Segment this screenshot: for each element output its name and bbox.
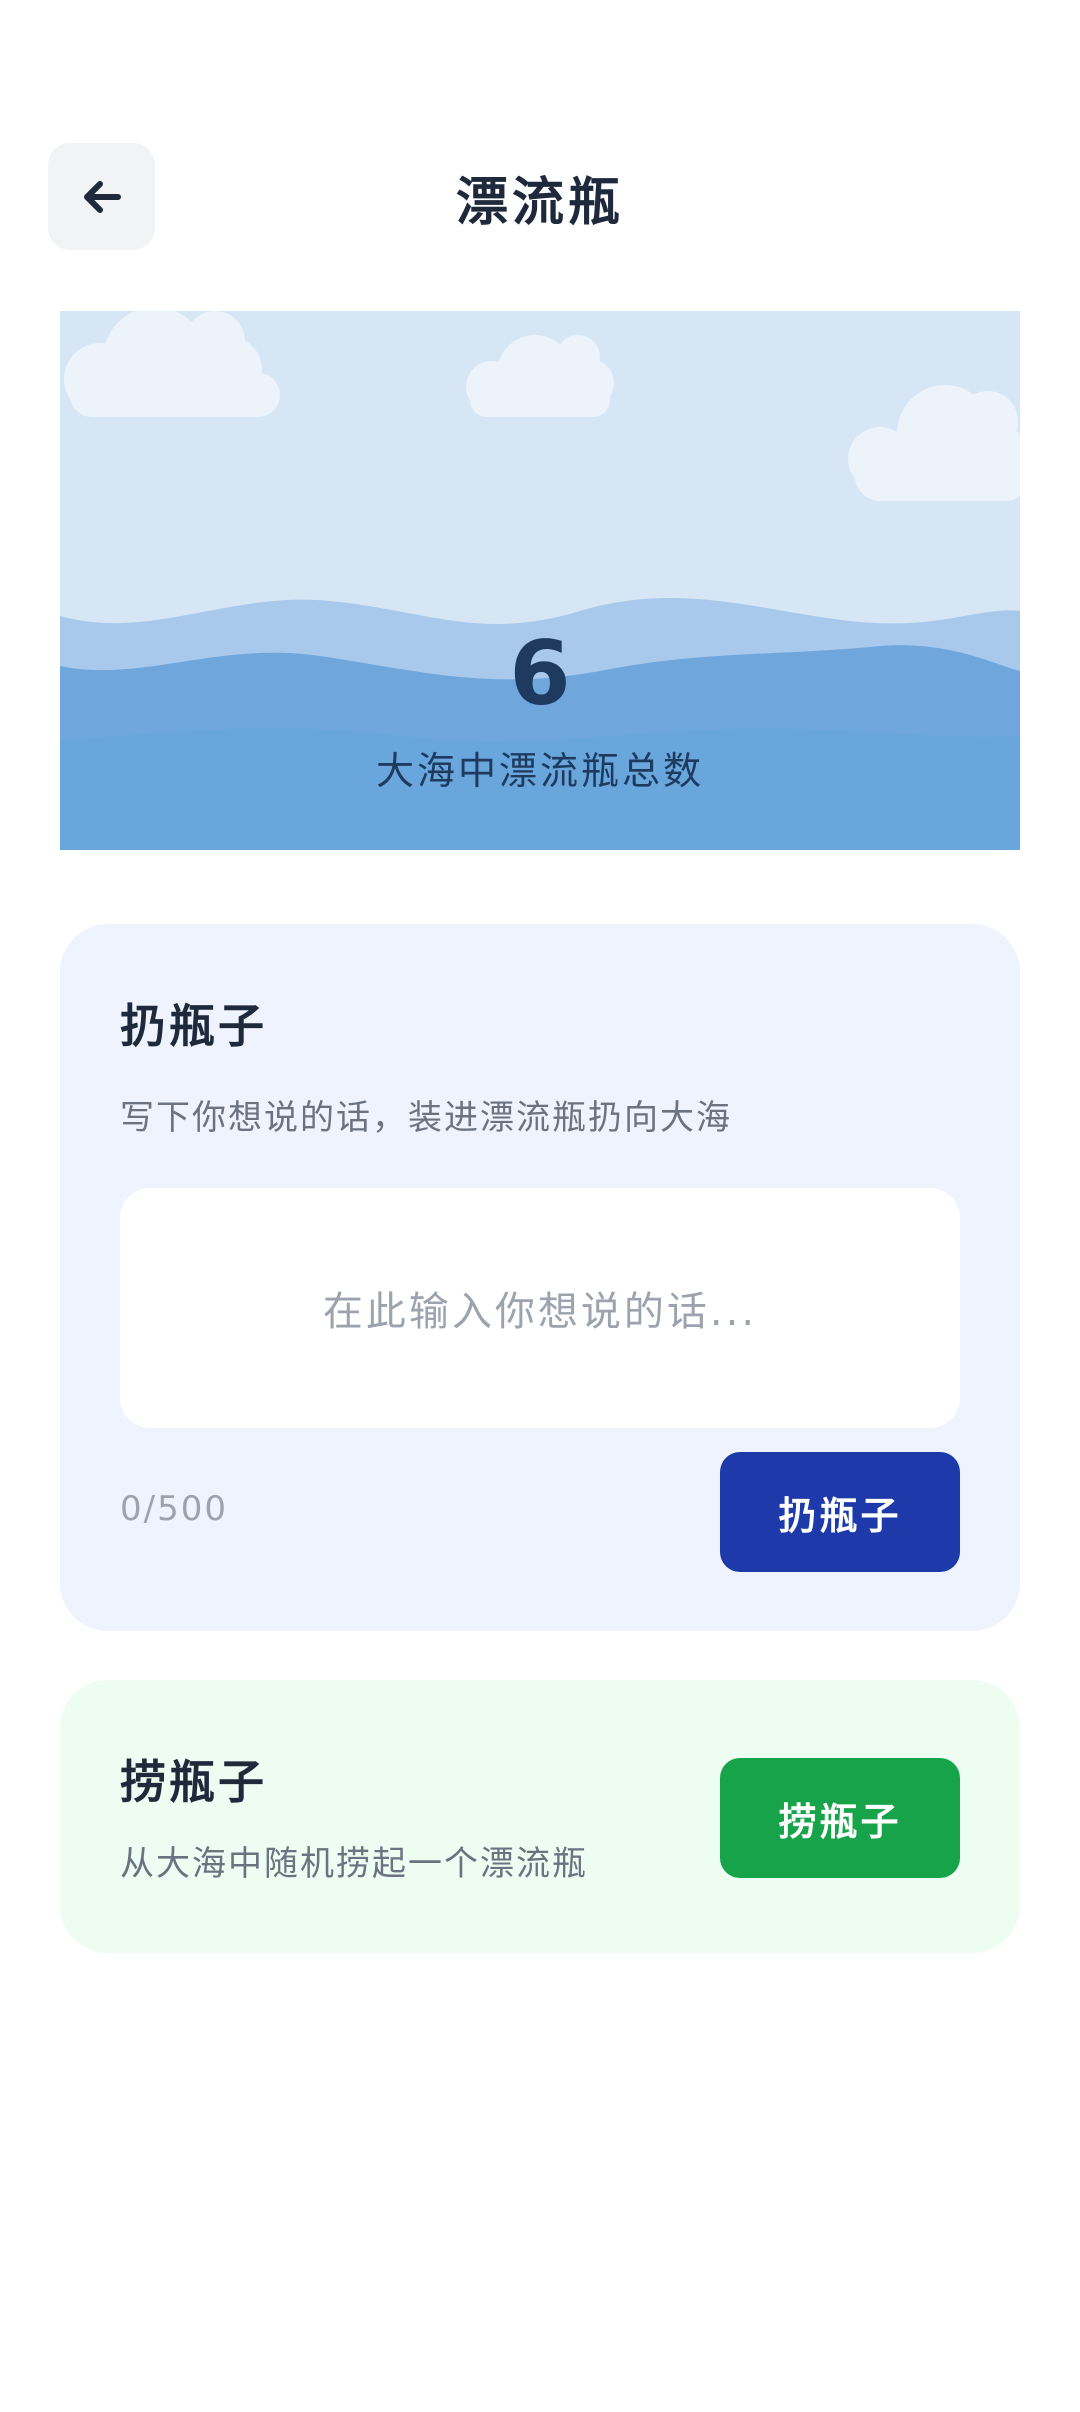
message-input[interactable]: 在此输入你想说的话... <box>120 1188 960 1428</box>
throw-bottle-card: 扔瓶子 写下你想说的话，装进漂流瓶扔向大海 在此输入你想说的话... 0/500… <box>60 924 1020 1631</box>
throw-card-description: 写下你想说的话，装进漂流瓶扔向大海 <box>120 1098 732 1138</box>
throw-bottle-button[interactable]: 扔瓶子 <box>720 1452 960 1572</box>
pick-bottle-card: 捞瓶子 从大海中随机捞起一个漂流瓶 捞瓶子 <box>60 1680 1020 1953</box>
bottle-count: 6 <box>509 622 571 725</box>
char-counter: 0/500 <box>120 1489 228 1529</box>
throw-card-title: 扔瓶子 <box>120 999 267 1053</box>
pick-bottle-button[interactable]: 捞瓶子 <box>720 1758 960 1878</box>
header: 漂流瓶 <box>0 0 1080 260</box>
page-title: 漂流瓶 <box>455 173 624 233</box>
pick-card-description: 从大海中随机捞起一个漂流瓶 <box>120 1844 588 1884</box>
pick-card-title: 捞瓶子 <box>120 1755 267 1809</box>
bottle-count-label: 大海中漂流瓶总数 <box>375 749 704 793</box>
